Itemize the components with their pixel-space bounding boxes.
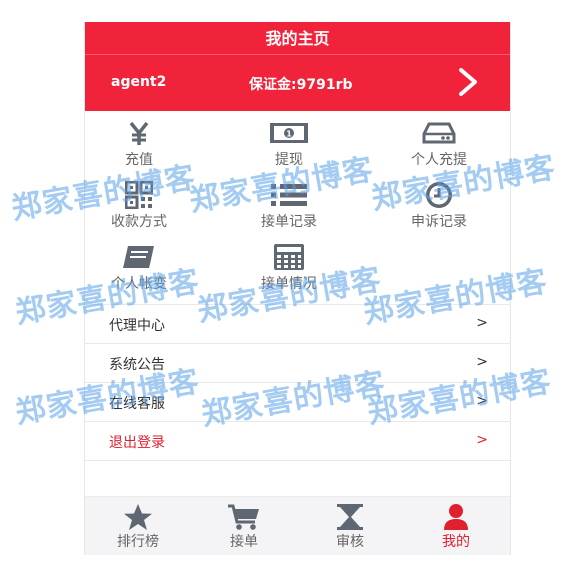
grid-item-account-changes[interactable]: 个人帐变	[85, 239, 209, 301]
hourglass-icon	[333, 503, 367, 531]
page-title: 我的主页	[85, 22, 510, 55]
chevron-right-icon: >	[476, 393, 488, 409]
menu-list: 代理中心 > 系统公告 > 在线客服 > 退出登录 >	[85, 304, 510, 461]
chevron-right-icon: >	[476, 354, 488, 370]
deposit-amount: 保证金:9791rb	[249, 77, 353, 93]
grid-item-order-records[interactable]: 接单记录	[219, 177, 359, 239]
grid-item-personal-recharge[interactable]: 个人充提	[369, 115, 509, 177]
cart-icon	[227, 503, 261, 531]
user-info-bar[interactable]: agent2 保证金:9791rb	[85, 55, 510, 111]
grid-item-appeal-records[interactable]: 申诉记录	[369, 177, 509, 239]
bottom-tab-bar: 排行榜 接单 审核 我的	[85, 496, 510, 555]
username: agent2	[111, 74, 167, 90]
app-screen: 我的主页 agent2 保证金:9791rb 充值 1 提现 个人充提 收款方式…	[84, 22, 511, 555]
function-grid: 充值 1 提现 个人充提 收款方式 接单记录 申诉记录 个人帐变 接单情况	[85, 111, 510, 304]
grid-item-recharge[interactable]: 充值	[85, 115, 209, 177]
banknote-icon: 1	[269, 119, 309, 147]
menu-item-announcements[interactable]: 系统公告 >	[85, 343, 510, 382]
tab-review[interactable]: 审核	[297, 497, 403, 555]
chevron-right-icon: >	[476, 315, 488, 331]
menu-item-agent-center[interactable]: 代理中心 >	[85, 304, 510, 343]
grid-item-order-status[interactable]: 接单情况	[219, 239, 359, 301]
yen-icon	[119, 119, 159, 147]
grid-item-payment-method[interactable]: 收款方式	[85, 177, 209, 239]
list-icon	[269, 181, 309, 209]
svg-text:1: 1	[286, 130, 292, 139]
user-icon	[439, 503, 473, 531]
star-icon	[121, 503, 155, 531]
clock-icon	[419, 181, 459, 209]
qrcode-icon	[119, 181, 159, 209]
tab-mine[interactable]: 我的	[403, 497, 509, 555]
chevron-right-icon: >	[476, 432, 488, 448]
book-icon	[119, 243, 159, 271]
menu-item-online-service[interactable]: 在线客服 >	[85, 382, 510, 421]
hard-drive-icon	[419, 119, 459, 147]
grid-item-withdraw[interactable]: 1 提现	[219, 115, 359, 177]
calculator-icon	[269, 243, 309, 271]
logout-button[interactable]: 退出登录 >	[85, 421, 510, 461]
tab-orders[interactable]: 接单	[191, 497, 297, 555]
chevron-right-icon[interactable]	[453, 67, 483, 97]
tab-ranking[interactable]: 排行榜	[85, 497, 191, 555]
